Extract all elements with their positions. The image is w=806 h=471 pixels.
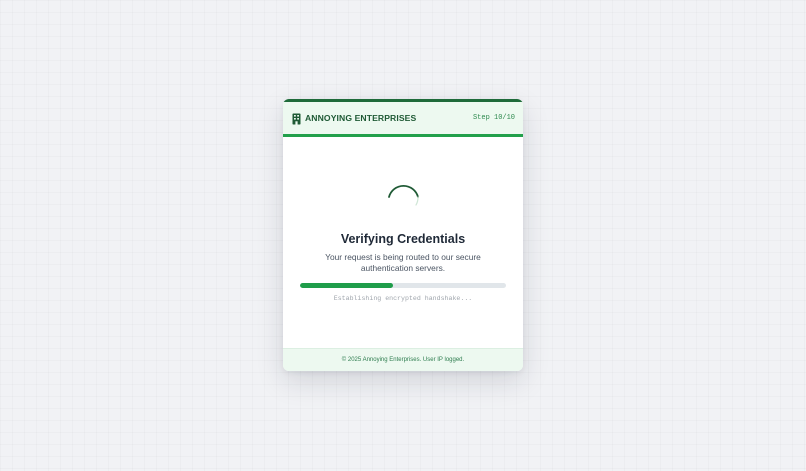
card-header: ANNOYING ENTERPRISES Step 10/10 [283, 99, 523, 137]
progress-bar-fill [300, 283, 393, 288]
card-footer: © 2025 Annoying Enterprises. User IP log… [283, 348, 523, 371]
loading-spinner-icon [386, 184, 420, 218]
brand: ANNOYING ENTERPRISES [292, 112, 417, 125]
status-description: Your request is being routed to our secu… [325, 252, 481, 273]
building-icon [292, 112, 301, 125]
page-title: Verifying Credentials [340, 232, 466, 246]
brand-name: ANNOYING ENTERPRISES [305, 113, 417, 123]
progress-bar [300, 283, 506, 288]
step-indicator: Step 10/10 [472, 114, 515, 122]
card-body: Verifying Credentials Your request is be… [283, 137, 523, 348]
verification-card: ANNOYING ENTERPRISES Step 10/10 Verifyin… [283, 99, 523, 371]
progress-status-text: Establishing encrypted handshake... [333, 295, 473, 302]
footer-text: © 2025 Annoying Enterprises. User IP log… [341, 357, 465, 363]
